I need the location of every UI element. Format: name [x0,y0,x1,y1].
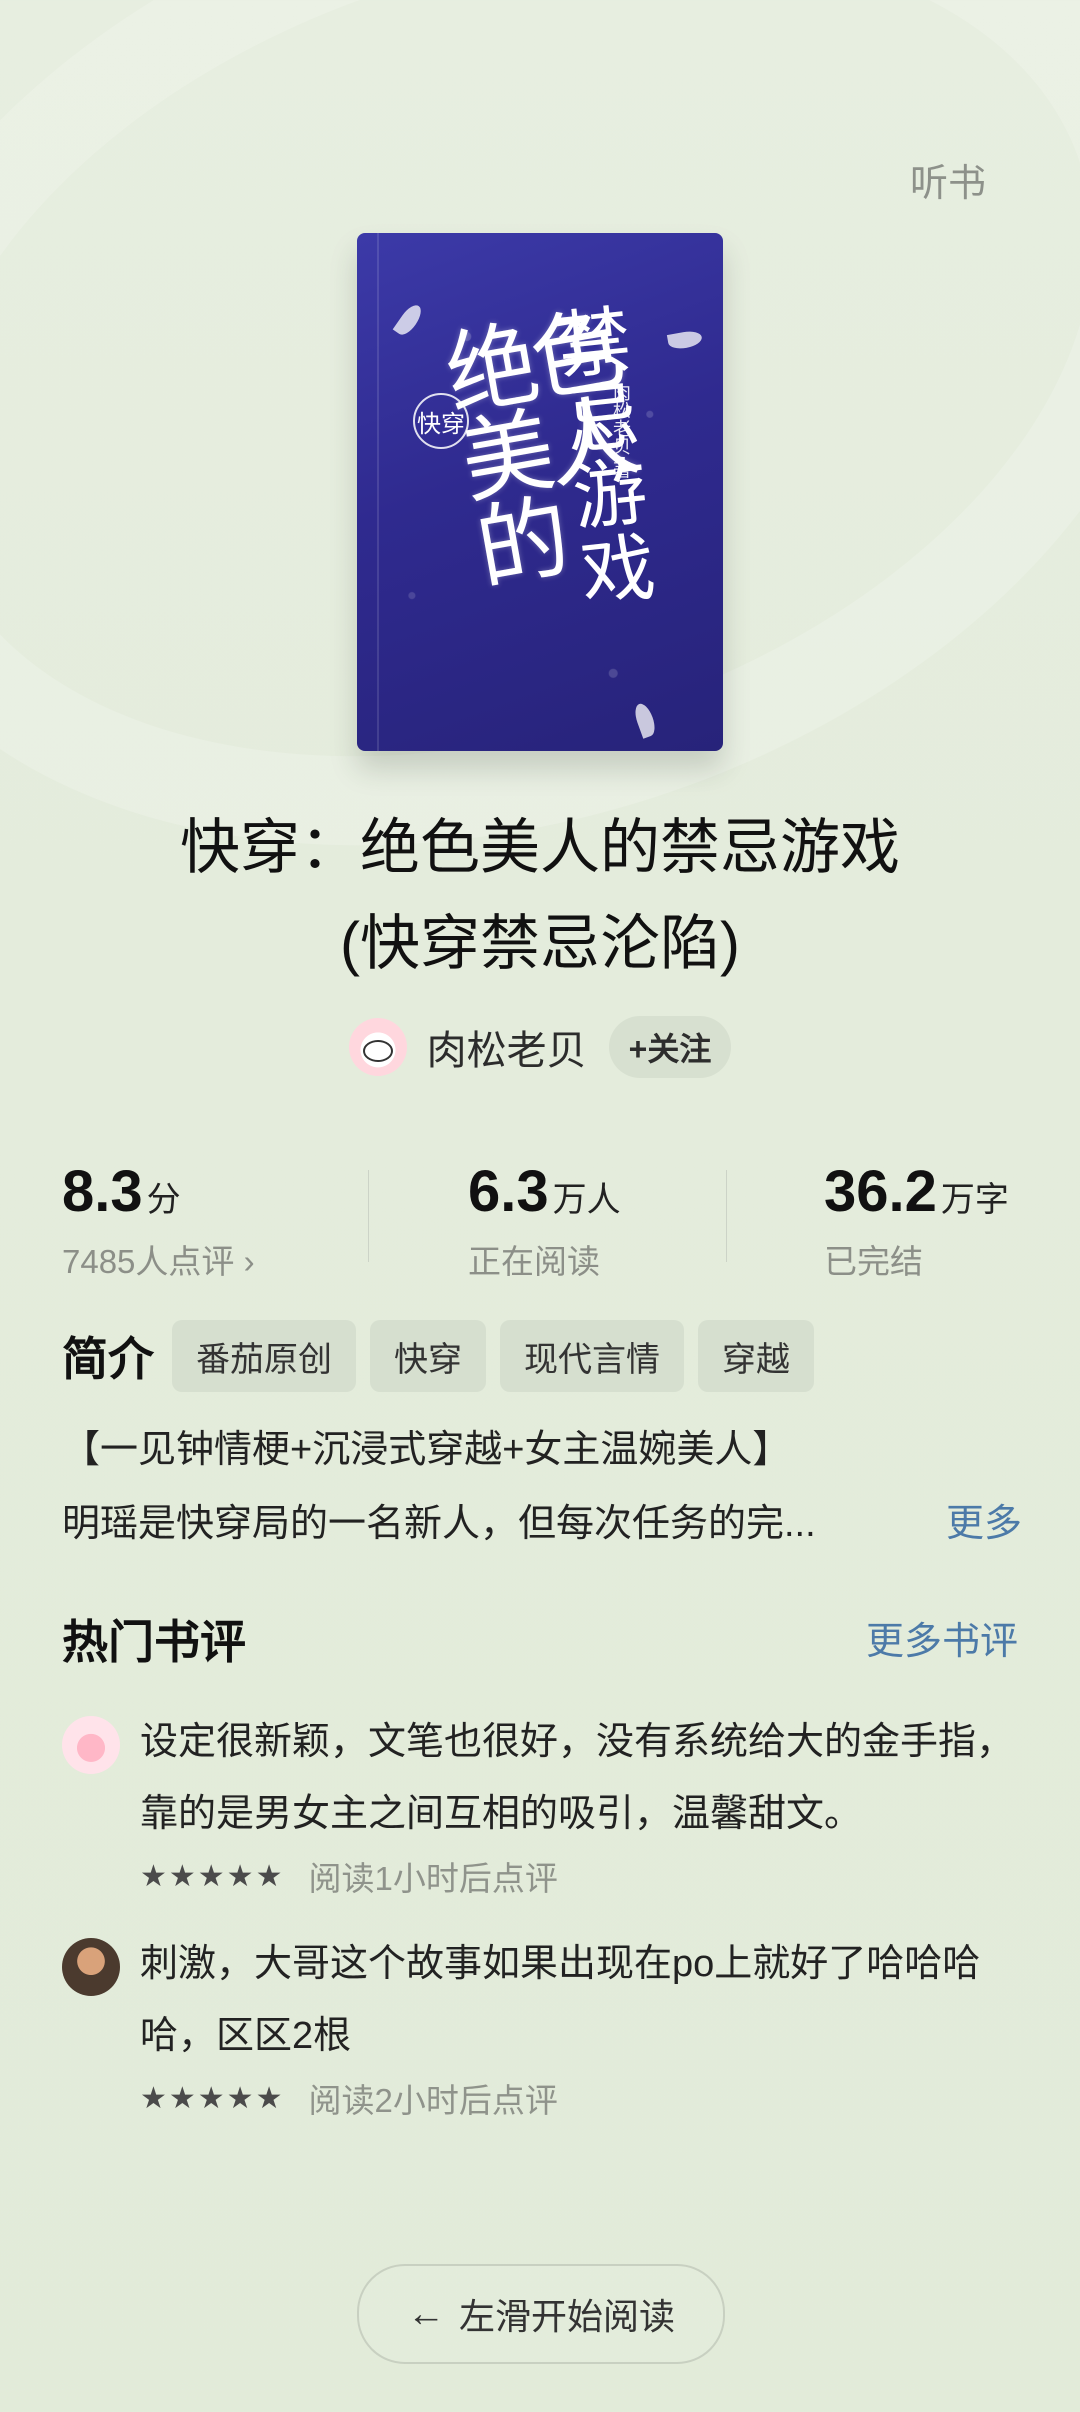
start-reading-button[interactable]: ← 左滑开始阅读 [357,2264,725,2364]
stat-words-value: 36.2 [824,1159,937,1224]
stat-words-label: 已完结 [824,1243,923,1280]
listen-book-button[interactable]: 听书 [910,152,986,207]
stat-score-unit: 分 [146,1181,181,1219]
book-title: 快穿：绝色美人的禁忌游戏 (快穿禁忌沦陷) [0,800,1080,992]
book-stats: 8.3 分 7485人点评 › 6.3 万人 正在阅读 36.2 万字 已完结 [62,1158,1022,1280]
author-avatar[interactable] [348,1018,407,1076]
stat-score-label[interactable]: 7485人点评 › [62,1235,255,1283]
stat-reading-unit: 万人 [552,1181,621,1219]
tag-chip[interactable]: 现代言情 [500,1320,684,1392]
hot-reviews-title: 热门书评 [62,1616,246,1668]
review-avatar [62,1716,120,1774]
tag-chip[interactable]: 番茄原创 [172,1320,356,1392]
intro-summary-line2: 明瑶是快穿局的一名新人，但每次任务的完... 更多 [62,1492,1022,1547]
stat-words: 36.2 万字 已完结 [824,1158,1009,1283]
stat-reading: 6.3 万人 正在阅读 [468,1158,621,1283]
cover-leaf-decoration [392,301,426,339]
rating-stars-icon: ★★★★★ [140,2081,285,2115]
book-title-line2: (快穿禁忌沦陷) [340,910,740,977]
rating-stars-icon: ★★★★★ [140,1859,285,1893]
book-title-line1: 快穿：绝色美人的禁忌游戏 [180,814,900,881]
review-item[interactable]: 刺激，大哥这个故事如果出现在po上就好了哈哈哈哈，区区2根 ★★★★★ 阅读2小… [62,1928,1022,2119]
cover-spine [377,233,379,751]
more-reviews-link[interactable]: 更多书评 [866,1610,1018,1665]
review-avatar [62,1938,120,1996]
stat-reading-value: 6.3 [468,1159,549,1224]
stat-score-value: 8.3 [62,1159,143,1224]
review-text: 刺激，大哥这个故事如果出现在po上就好了哈哈哈哈，区区2根 [140,1943,981,2057]
arrow-left-icon: ← [406,2292,445,2335]
follow-button[interactable]: +关注 [608,1016,732,1078]
review-meta: ★★★★★ 阅读2小时后点评 [140,2074,558,2122]
review-text: 设定很新颖，文笔也很好，没有系统给大的金手指，靠的是男女主之间互相的吸引，温馨甜… [140,1721,1015,1835]
stat-score[interactable]: 8.3 分 7485人点评 › [62,1158,255,1283]
review-item[interactable]: 设定很新颖，文笔也很好，没有系统给大的金手指，靠的是男女主之间互相的吸引，温馨甜… [62,1706,1022,1897]
stat-divider [368,1170,369,1262]
cover-author-text: 肉松老贝 著 [610,383,631,479]
stat-reading-label: 正在阅读 [468,1243,600,1280]
intro-tags-row: 简介 番茄原创 快穿 现代言情 穿越 [62,1320,1042,1392]
author-row: 肉松老贝 +关注 [0,1016,1080,1078]
review-meta: ★★★★★ 阅读1小时后点评 [140,1852,558,1900]
review-meta-text: 阅读2小时后点评 [308,2082,558,2119]
tag-chip[interactable]: 快穿 [370,1320,486,1392]
intro-more-link[interactable]: 更多 [946,1492,1022,1547]
stat-words-unit: 万字 [940,1181,1009,1219]
stat-divider [726,1170,727,1262]
intro-summary-line1: 【一见钟情梗+沉浸式穿越+女主温婉美人】 [62,1429,791,1471]
intro-label: 简介 [62,1333,154,1385]
start-reading-label: 左滑开始阅读 [458,2296,675,2337]
intro-summary-text: 明瑶是快穿局的一名新人，但每次任务的完... [62,1503,816,1545]
cover-leaf-decoration [631,701,659,739]
book-cover[interactable]: 快穿 绝色美人的 禁忌游戏 肉松老贝 著 [357,233,723,751]
tag-chip[interactable]: 穿越 [698,1320,814,1392]
author-name[interactable]: 肉松老贝 [427,1018,587,1076]
review-meta-text: 阅读1小时后点评 [308,1860,558,1897]
